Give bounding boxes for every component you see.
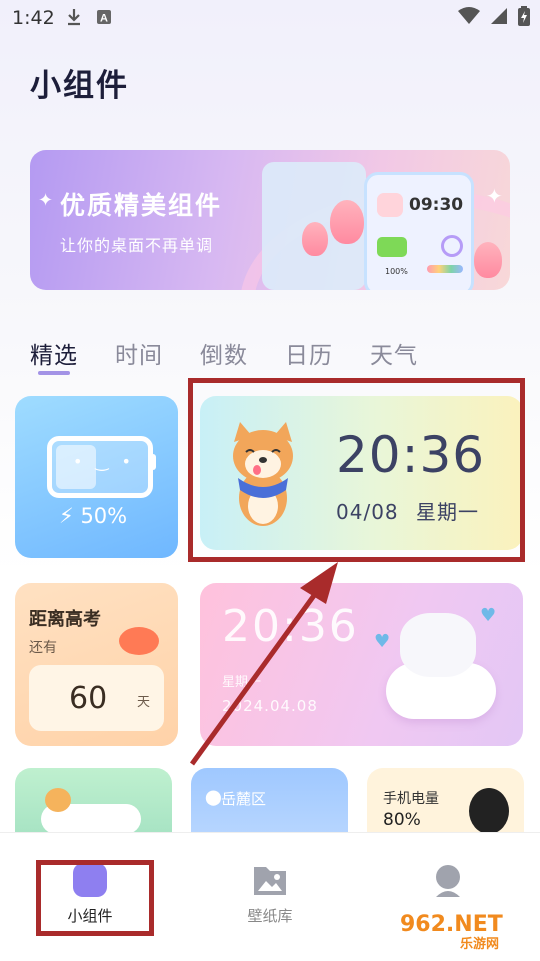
annotation-arrow [189,562,338,766]
